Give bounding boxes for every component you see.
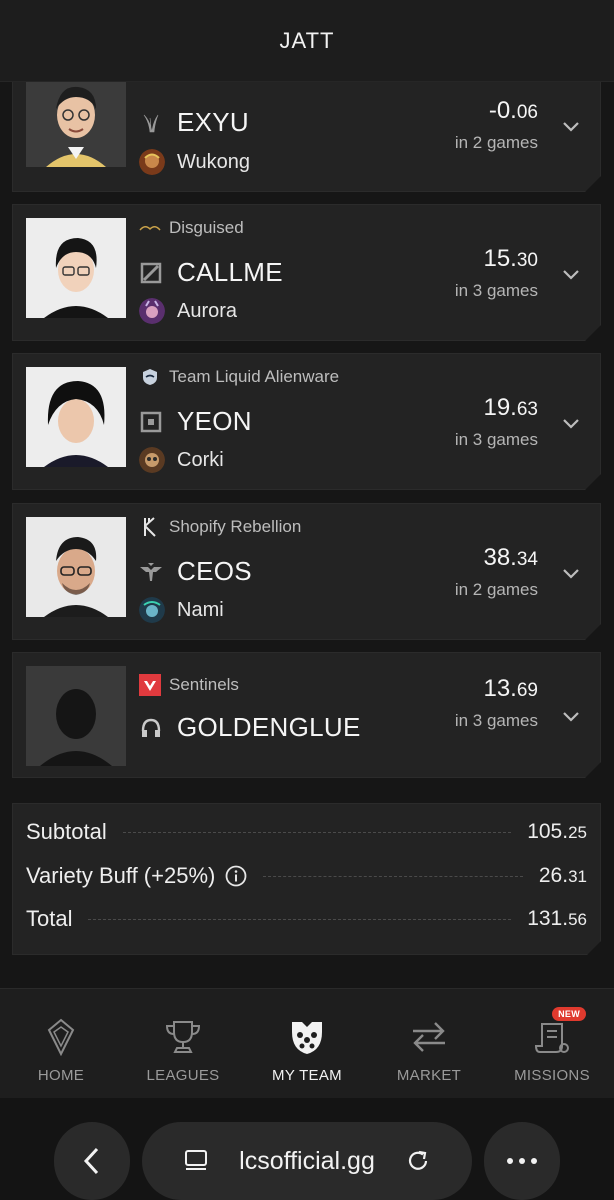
dashed-divider bbox=[123, 832, 511, 833]
tab-overview-icon[interactable] bbox=[183, 1148, 209, 1174]
player-photo-yeon bbox=[26, 367, 126, 467]
player-name: CEOS bbox=[177, 556, 252, 586]
mid-role-icon bbox=[139, 261, 163, 285]
games-count: in 3 games bbox=[454, 281, 538, 300]
shopify-rebellion-logo-icon bbox=[139, 519, 161, 535]
headset-icon bbox=[139, 716, 163, 740]
player-card-yeon[interactable]: Team Liquid Alienware YEON Corki 19.63 i… bbox=[12, 353, 601, 490]
games-count: in 3 games bbox=[454, 430, 538, 449]
team-liquid-logo-icon bbox=[139, 369, 161, 385]
variety-buff-row: Variety Buff (+25%) 26.31 bbox=[26, 863, 587, 888]
champion-name: Corki bbox=[177, 448, 224, 471]
nav-my-team-label: MY TEAM bbox=[272, 1067, 342, 1084]
nami-champion-icon bbox=[139, 597, 165, 623]
my-team-icon bbox=[287, 1017, 327, 1057]
total-row: Total 131.56 bbox=[26, 906, 587, 931]
info-icon[interactable] bbox=[225, 865, 247, 887]
chevron-left-icon bbox=[83, 1147, 99, 1175]
nav-leagues-label: LEAGUES bbox=[146, 1067, 220, 1084]
team-name: Team Liquid Alienware bbox=[169, 367, 340, 386]
sentinels-logo-icon bbox=[139, 677, 161, 693]
player-photo-goldenglue bbox=[26, 666, 126, 766]
player-name: GOLDENGLUE bbox=[177, 712, 361, 742]
back-button[interactable] bbox=[54, 1122, 130, 1200]
page-title: JATT bbox=[279, 27, 335, 53]
trophy-icon bbox=[163, 1017, 203, 1057]
player-card-ceos[interactable]: Shopify Rebellion CEOS Nami 38.34 in 2 g… bbox=[12, 503, 601, 640]
team-name: Sentinels bbox=[169, 675, 239, 694]
team-name: Disguised bbox=[169, 218, 244, 237]
chevron-down-icon[interactable] bbox=[560, 263, 582, 285]
address-bar[interactable]: lcsofficial.gg bbox=[142, 1122, 472, 1200]
player-card-callme[interactable]: Disguised CALLME Aurora 15.30 in 3 games bbox=[12, 204, 601, 341]
wukong-champion-icon bbox=[139, 149, 165, 175]
chevron-down-icon[interactable] bbox=[560, 115, 582, 137]
jungle-role-icon bbox=[139, 111, 163, 135]
player-name: CALLME bbox=[177, 257, 283, 287]
nav-leagues[interactable]: LEAGUES bbox=[128, 1017, 238, 1084]
games-count: in 2 games bbox=[454, 133, 538, 152]
subtotal-row: Subtotal 105.25 bbox=[26, 819, 587, 844]
bottom-nav: HOME LEAGUES MY TEAM MARKET NEW MISSIONS bbox=[0, 988, 614, 1098]
player-name: EXYU bbox=[177, 107, 250, 137]
champion-name: Aurora bbox=[177, 299, 238, 322]
player-score: 19.63 in 3 games bbox=[454, 394, 538, 449]
team-name: Shopify Rebellion bbox=[169, 517, 302, 536]
champion-name: Nami bbox=[177, 598, 224, 621]
lcs-logo-icon bbox=[41, 1017, 81, 1057]
nav-missions[interactable]: NEW MISSIONS bbox=[497, 1007, 607, 1084]
dashed-divider bbox=[88, 919, 511, 920]
player-score: 15.30 in 3 games bbox=[454, 245, 538, 300]
more-dots-icon bbox=[507, 1158, 537, 1164]
player-photo-callme bbox=[26, 218, 126, 318]
chevron-down-icon[interactable] bbox=[560, 412, 582, 434]
url-text: lcsofficial.gg bbox=[239, 1146, 375, 1175]
player-photo-ceos bbox=[26, 517, 126, 617]
disguised-logo-icon bbox=[139, 220, 161, 236]
support-role-icon bbox=[139, 560, 163, 584]
nav-market[interactable]: MARKET bbox=[374, 1017, 484, 1084]
chevron-down-icon[interactable] bbox=[560, 705, 582, 727]
player-photo-exyu bbox=[26, 67, 126, 167]
player-score: -0.06 in 2 games bbox=[454, 97, 538, 152]
player-score: 13.69 in 3 games bbox=[454, 675, 538, 730]
games-count: in 2 games bbox=[454, 580, 538, 599]
aurora-champion-icon bbox=[139, 298, 165, 324]
player-score: 38.34 in 2 games bbox=[454, 544, 538, 599]
corki-champion-icon bbox=[139, 447, 165, 473]
nav-missions-label: MISSIONS bbox=[514, 1067, 590, 1084]
new-badge: NEW bbox=[552, 1007, 586, 1021]
champion-name: Wukong bbox=[177, 150, 251, 173]
nav-home[interactable]: HOME bbox=[6, 1017, 116, 1084]
chevron-down-icon[interactable] bbox=[560, 562, 582, 584]
nav-my-team[interactable]: MY TEAM bbox=[252, 1017, 362, 1084]
dashed-divider bbox=[263, 876, 523, 877]
reload-icon[interactable] bbox=[405, 1148, 431, 1174]
games-count: in 3 games bbox=[454, 711, 538, 730]
score-totals: Subtotal 105.25 Variety Buff (+25%) 26.3… bbox=[12, 803, 601, 955]
swap-arrows-icon bbox=[409, 1017, 449, 1057]
player-name: YEON bbox=[177, 406, 252, 436]
player-card-goldenglue[interactable]: Sentinels GOLDENGLUE 13.69 in 3 games bbox=[12, 652, 601, 778]
roster-list: EXYU Wukong -0.06 in 2 games Disguised C… bbox=[0, 0, 614, 990]
more-button[interactable] bbox=[484, 1122, 560, 1200]
scroll-icon: NEW bbox=[532, 1007, 586, 1057]
browser-toolbar: lcsofficial.gg bbox=[0, 1098, 614, 1200]
nav-home-label: HOME bbox=[37, 1067, 85, 1084]
nav-market-label: MARKET bbox=[396, 1067, 462, 1084]
top-header: JATT bbox=[0, 0, 614, 82]
bot-role-icon bbox=[139, 410, 163, 434]
